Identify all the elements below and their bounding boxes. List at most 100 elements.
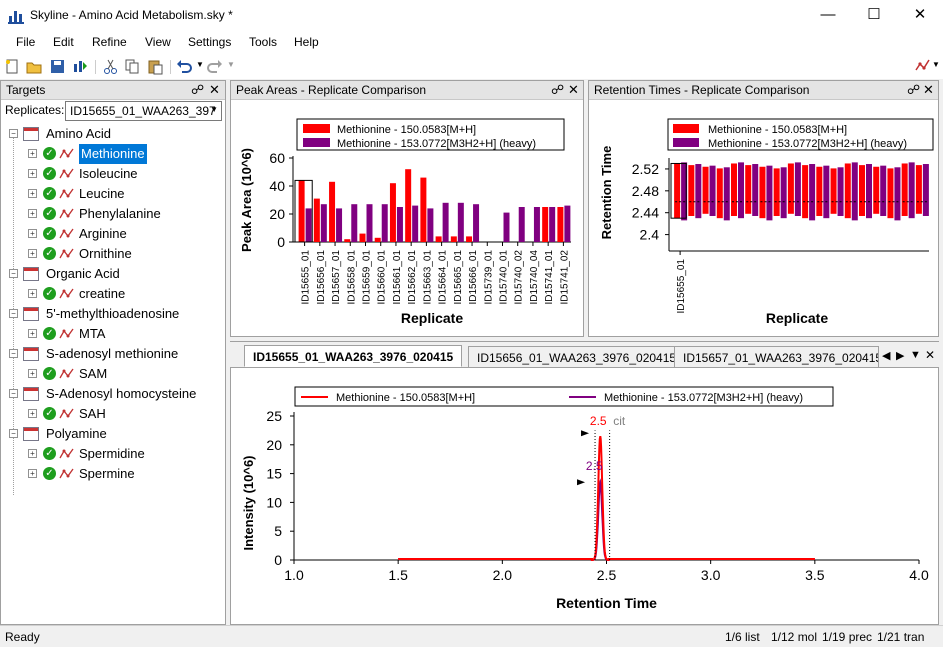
close-button[interactable]: ✕ — [897, 0, 943, 31]
targets-tree: − Amino Acid + ✓ Methionine + ✓ Isoleucine + ✓ Leu… — [1, 124, 225, 504]
tree-group[interactable]: − Organic Acid — [1, 264, 225, 284]
tree-item[interactable]: + ✓ MTA — [1, 324, 225, 344]
expand-icon[interactable]: + — [28, 369, 37, 378]
expand-icon[interactable]: + — [28, 449, 37, 458]
publish-icon[interactable] — [72, 58, 89, 75]
molecule-dropdown-icon[interactable]: ▼ — [932, 60, 940, 69]
expand-icon[interactable]: + — [28, 189, 37, 198]
bar — [320, 204, 327, 242]
bar — [427, 208, 434, 242]
x-tick-label: ID15657_01 — [331, 250, 342, 305]
tree-group[interactable]: − 5'-methylthioadenosine — [1, 304, 225, 324]
tree-item[interactable]: + ✓ Methionine — [1, 144, 225, 164]
tree-item-label: Spermine — [79, 466, 135, 481]
tree-item-label: creatine — [79, 286, 126, 301]
tree-item[interactable]: + ✓ Isoleucine — [1, 164, 225, 184]
replicates-dropdown[interactable]: ID15655_01_WAA263_397 ▼ — [65, 101, 222, 121]
tab-scroll-right-icon[interactable]: ▶ — [896, 349, 904, 362]
close-panel-icon[interactable]: ✕ — [568, 82, 579, 98]
peak-areas-header: Peak Areas - Replicate Comparison ☍ ✕ — [231, 81, 583, 100]
tree-item[interactable]: + ✓ Spermidine — [1, 444, 225, 464]
collapse-icon[interactable]: − — [9, 389, 18, 398]
tree-item[interactable]: + ✓ SAH — [1, 404, 225, 424]
pin-icon[interactable]: ☍ — [551, 82, 564, 98]
tree-item[interactable]: + ✓ Leucine — [1, 184, 225, 204]
expand-icon[interactable]: + — [28, 249, 37, 258]
expand-icon[interactable]: + — [28, 169, 37, 178]
cut-icon[interactable] — [102, 58, 119, 75]
collapse-icon[interactable]: − — [9, 269, 18, 278]
expand-icon[interactable]: + — [28, 209, 37, 218]
molecule-icon — [59, 288, 74, 299]
tree-item[interactable]: + ✓ Ornithine — [1, 244, 225, 264]
tree-item[interactable]: + ✓ Spermine — [1, 464, 225, 484]
expand-icon[interactable]: + — [28, 469, 37, 478]
molecule-icon[interactable] — [914, 58, 931, 75]
menu-edit[interactable]: Edit — [53, 35, 74, 49]
tree-item[interactable]: + ✓ SAM — [1, 364, 225, 384]
rt-range-bar — [830, 168, 837, 214]
copy-icon[interactable] — [124, 58, 141, 75]
tree-item[interactable]: + ✓ Phenylalanine — [1, 204, 225, 224]
redo-dropdown-icon[interactable]: ▼ — [227, 60, 235, 69]
chromatogram-chart[interactable]: Methionine - 150.0583[M+H] Methionine - 1… — [231, 369, 938, 624]
peak-areas-chart[interactable]: Methionine - 150.0583[M+H] Methionine - 1… — [231, 101, 583, 336]
rt-range-bar — [752, 164, 759, 216]
collapse-icon[interactable]: − — [9, 309, 18, 318]
tree-group[interactable]: − Polyamine — [1, 424, 225, 444]
close-panel-icon[interactable]: ✕ — [209, 82, 220, 98]
tree-group[interactable]: − S-Adenosyl homocysteine — [1, 384, 225, 404]
menu-refine[interactable]: Refine — [92, 35, 127, 49]
molecule-icon — [59, 448, 74, 459]
new-file-icon[interactable] — [4, 58, 21, 75]
y-axis-label: Retention Time — [599, 146, 614, 240]
redo-icon[interactable] — [206, 58, 223, 75]
tree-group-label: Amino Acid — [46, 126, 112, 141]
close-panel-icon[interactable]: ✕ — [923, 82, 934, 98]
tree-item-label: Leucine — [79, 186, 125, 201]
tab-list-icon[interactable]: ▼ — [910, 349, 921, 361]
undo-icon[interactable] — [176, 58, 193, 75]
pin-icon[interactable]: ☍ — [907, 82, 920, 98]
x-tick-label: ID15655_01 — [301, 250, 312, 305]
expand-icon[interactable]: + — [28, 149, 37, 158]
undo-dropdown-icon[interactable]: ▼ — [196, 60, 204, 69]
expand-icon[interactable]: + — [28, 329, 37, 338]
rt-range-bar — [688, 165, 695, 216]
y-tick-label: 2.4 — [640, 227, 660, 243]
tree-item-label: Methionine — [79, 144, 147, 164]
tree-group[interactable]: − S-adenosyl methionine — [1, 344, 225, 364]
expand-icon[interactable]: + — [28, 289, 37, 298]
collapse-icon[interactable]: − — [9, 429, 18, 438]
collapse-icon[interactable]: − — [9, 129, 18, 138]
minimize-button[interactable]: — — [805, 0, 851, 31]
menu-view[interactable]: View — [145, 35, 171, 49]
x-tick-label: 1.5 — [388, 567, 408, 583]
paste-icon[interactable] — [147, 58, 164, 75]
tree-group-label: S-Adenosyl homocysteine — [46, 386, 197, 401]
menu-tools[interactable]: Tools — [249, 35, 277, 49]
tree-item[interactable]: + ✓ Arginine — [1, 224, 225, 244]
menu-help[interactable]: Help — [294, 35, 319, 49]
tree-item[interactable]: + ✓ creatine — [1, 284, 225, 304]
menu-settings[interactable]: Settings — [188, 35, 231, 49]
tab-replicate-1[interactable]: ID15655_01_WAA263_3976_020415 — [244, 345, 463, 367]
retention-times-chart[interactable]: Methionine - 150.0583[M+H] Methionine - 1… — [589, 101, 938, 336]
save-icon[interactable] — [49, 58, 66, 75]
tree-group[interactable]: − Amino Acid — [1, 124, 225, 144]
pin-icon[interactable]: ☍ — [191, 82, 204, 98]
expand-icon[interactable]: + — [28, 229, 37, 238]
tab-replicate-3[interactable]: ID15657_01_WAA263_3976_020415 — [674, 346, 879, 368]
tab-replicate-2[interactable]: ID15656_01_WAA263_3976_020415 — [468, 346, 686, 368]
expand-icon[interactable]: + — [28, 409, 37, 418]
tab-scroll-left-icon[interactable]: ◀ — [882, 349, 890, 362]
peak-areas-legend: Methionine - 150.0583[M+H] Methionine - 1… — [296, 118, 565, 151]
rt-range-bar — [702, 166, 709, 214]
x-tick-label: ID15661_01 — [392, 250, 403, 305]
open-folder-icon[interactable] — [26, 58, 43, 75]
close-panel-icon[interactable]: ✕ — [925, 348, 935, 362]
rt-range-bar — [922, 164, 929, 216]
menu-file[interactable]: File — [16, 35, 35, 49]
maximize-button[interactable]: ☐ — [851, 0, 897, 31]
collapse-icon[interactable]: − — [9, 349, 18, 358]
